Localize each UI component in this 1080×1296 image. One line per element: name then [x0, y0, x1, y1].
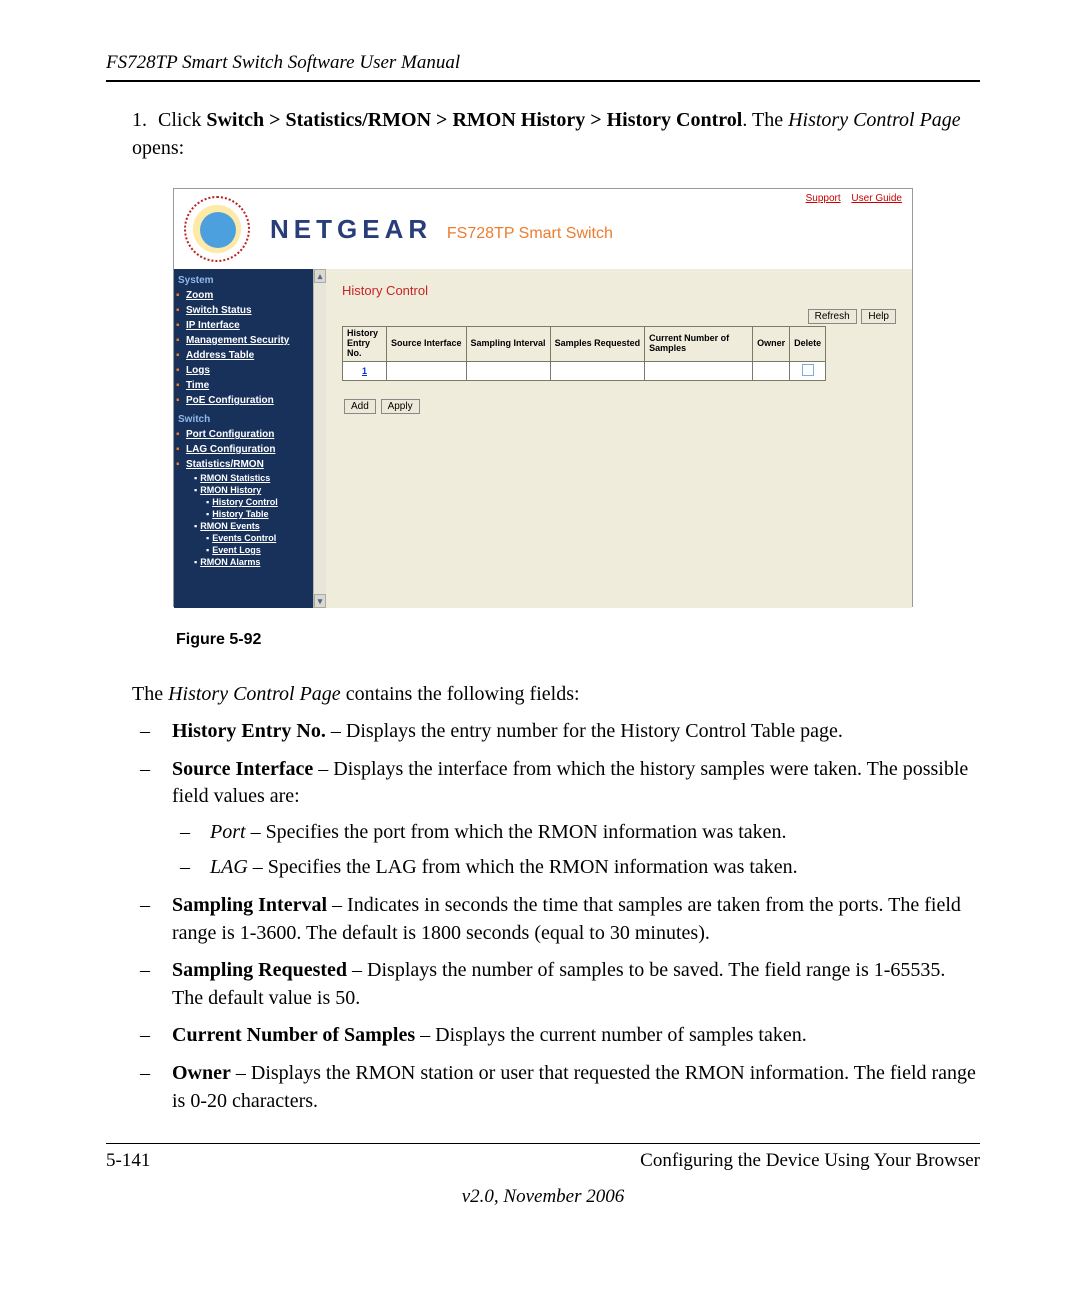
- subfield-text: – Specifies the port from which the RMON…: [246, 821, 787, 843]
- nav-section-switch: Switch: [174, 408, 326, 427]
- step-path: Switch > Statistics/RMON > RMON History …: [206, 109, 742, 131]
- th-samples-requested: Samples Requested: [550, 327, 645, 362]
- th-sampling-interval: Sampling Interval: [466, 327, 550, 362]
- content-title: History Control: [342, 283, 896, 298]
- header-title: FS728TP Smart Switch Software User Manua…: [106, 52, 980, 74]
- delete-checkbox[interactable]: [802, 364, 814, 376]
- step-text-pre: Click: [158, 109, 206, 131]
- nav-management-security[interactable]: Management Security: [174, 333, 326, 348]
- table-row: 1: [343, 361, 826, 380]
- nav-history-table[interactable]: History Table: [174, 508, 326, 520]
- th-source-interface: Source Interface: [387, 327, 467, 362]
- sidebar-scrollbar[interactable]: ▴ ▾: [313, 269, 326, 608]
- field-sampling-requested: Sampling Requested – Displays the number…: [132, 957, 980, 1012]
- nav-logs[interactable]: Logs: [174, 363, 326, 378]
- nav-rmon-events[interactable]: RMON Events: [174, 520, 326, 532]
- brand-subtitle: FS728TP Smart Switch: [447, 225, 613, 242]
- intro-post: contains the following fields:: [341, 683, 580, 705]
- nav-stats-rmon[interactable]: Statistics/RMON: [174, 457, 326, 472]
- apply-button[interactable]: Apply: [381, 399, 420, 414]
- help-button[interactable]: Help: [861, 309, 896, 324]
- scroll-up-icon[interactable]: ▴: [314, 269, 326, 283]
- nav-zoom[interactable]: Zoom: [174, 288, 326, 303]
- nav-lag-config[interactable]: LAG Configuration: [174, 442, 326, 457]
- field-current-num-samples: Current Number of Samples – Displays the…: [132, 1022, 980, 1050]
- figure-label: Figure 5-92: [176, 631, 980, 649]
- field-label: Sampling Requested: [172, 959, 347, 981]
- page-footer: 5-141 Configuring the Device Using Your …: [106, 1143, 980, 1208]
- field-text: – Displays the current number of samples…: [415, 1024, 807, 1046]
- add-button[interactable]: Add: [344, 399, 376, 414]
- field-sampling-interval: Sampling Interval – Indicates in seconds…: [132, 892, 980, 947]
- netgear-logo-icon: [184, 196, 250, 262]
- subfield-lag: LAG – Specifies the LAG from which the R…: [172, 854, 980, 882]
- page-number: 5-141: [106, 1150, 150, 1172]
- field-history-entry-no: History Entry No. – Displays the entry n…: [132, 718, 980, 746]
- footer-section-title: Configuring the Device Using Your Browse…: [640, 1150, 980, 1172]
- subfield-em: LAG: [210, 856, 248, 878]
- th-owner: Owner: [753, 327, 790, 362]
- footer-version: v2.0, November 2006: [106, 1186, 980, 1208]
- field-source-interface: Source Interface – Displays the interfac…: [132, 756, 980, 882]
- footer-rule: [106, 1143, 980, 1144]
- field-label: Owner: [172, 1062, 231, 1084]
- cell-sampling-interval: [466, 361, 550, 380]
- instruction-step: 1.Click Switch > Statistics/RMON > RMON …: [132, 106, 980, 162]
- brand-text: NETGEAR: [270, 214, 432, 244]
- history-control-table: History Entry No. Source Interface Sampl…: [342, 326, 826, 381]
- nav-port-config[interactable]: Port Configuration: [174, 427, 326, 442]
- content-panel: History Control Refresh Help History Ent…: [326, 269, 912, 608]
- nav-switch-status[interactable]: Switch Status: [174, 303, 326, 318]
- cell-current-num-samples: [645, 361, 753, 380]
- nav-events-control[interactable]: Events Control: [174, 532, 326, 544]
- subfield-text: – Specifies the LAG from which the RMON …: [248, 856, 798, 878]
- nav-section-system: System: [174, 269, 326, 288]
- sidebar: System Zoom Switch Status IP Interface M…: [174, 269, 326, 608]
- header-rule: [106, 80, 980, 82]
- th-delete: Delete: [790, 327, 826, 362]
- table-header-row: History Entry No. Source Interface Sampl…: [343, 327, 826, 362]
- cell-samples-requested: [550, 361, 645, 380]
- nav-event-logs[interactable]: Event Logs: [174, 544, 326, 556]
- field-label: Source Interface: [172, 758, 313, 780]
- field-label: Sampling Interval: [172, 894, 327, 916]
- cell-source-interface: [387, 361, 467, 380]
- support-link[interactable]: Support: [806, 193, 841, 204]
- cell-delete: [790, 361, 826, 380]
- field-text: – Displays the RMON station or user that…: [172, 1062, 976, 1112]
- step-number: 1.: [132, 106, 158, 134]
- nav-history-control[interactable]: History Control: [174, 496, 326, 508]
- nav-time[interactable]: Time: [174, 378, 326, 393]
- cell-entry-no: 1: [343, 361, 387, 380]
- field-label: Current Number of Samples: [172, 1024, 415, 1046]
- step-text-mid: . The: [742, 109, 788, 131]
- refresh-button[interactable]: Refresh: [808, 309, 857, 324]
- nav-rmon-statistics[interactable]: RMON Statistics: [174, 472, 326, 484]
- intro-text: The History Control Page contains the fo…: [132, 683, 980, 706]
- field-text: – Displays the entry number for the Hist…: [326, 720, 843, 742]
- user-guide-link[interactable]: User Guide: [851, 193, 902, 204]
- field-list: History Entry No. – Displays the entry n…: [132, 718, 980, 1115]
- th-entry-no: History Entry No.: [343, 327, 387, 362]
- top-links: Support User Guide: [798, 193, 902, 204]
- scroll-down-icon[interactable]: ▾: [314, 594, 326, 608]
- nav-ip-interface[interactable]: IP Interface: [174, 318, 326, 333]
- field-owner: Owner – Displays the RMON station or use…: [132, 1060, 980, 1115]
- intro-pre: The: [132, 683, 168, 705]
- nav-rmon-alarms[interactable]: RMON Alarms: [174, 556, 326, 568]
- screenshot: NETGEAR FS728TP Smart Switch Support Use…: [173, 188, 913, 607]
- screenshot-header: NETGEAR FS728TP Smart Switch Support Use…: [174, 189, 912, 269]
- nav-address-table[interactable]: Address Table: [174, 348, 326, 363]
- step-em: History Control Page: [788, 109, 961, 131]
- entry-link-1[interactable]: 1: [362, 366, 367, 376]
- step-text-post: opens:: [132, 137, 184, 159]
- subfield-em: Port: [210, 821, 246, 843]
- subfield-port: Port – Specifies the port from which the…: [172, 819, 980, 847]
- th-current-num-samples: Current Number of Samples: [645, 327, 753, 362]
- cell-owner: [753, 361, 790, 380]
- intro-em: History Control Page: [168, 683, 341, 705]
- nav-rmon-history[interactable]: RMON History: [174, 484, 326, 496]
- field-label: History Entry No.: [172, 720, 326, 742]
- nav-poe-config[interactable]: PoE Configuration: [174, 393, 326, 408]
